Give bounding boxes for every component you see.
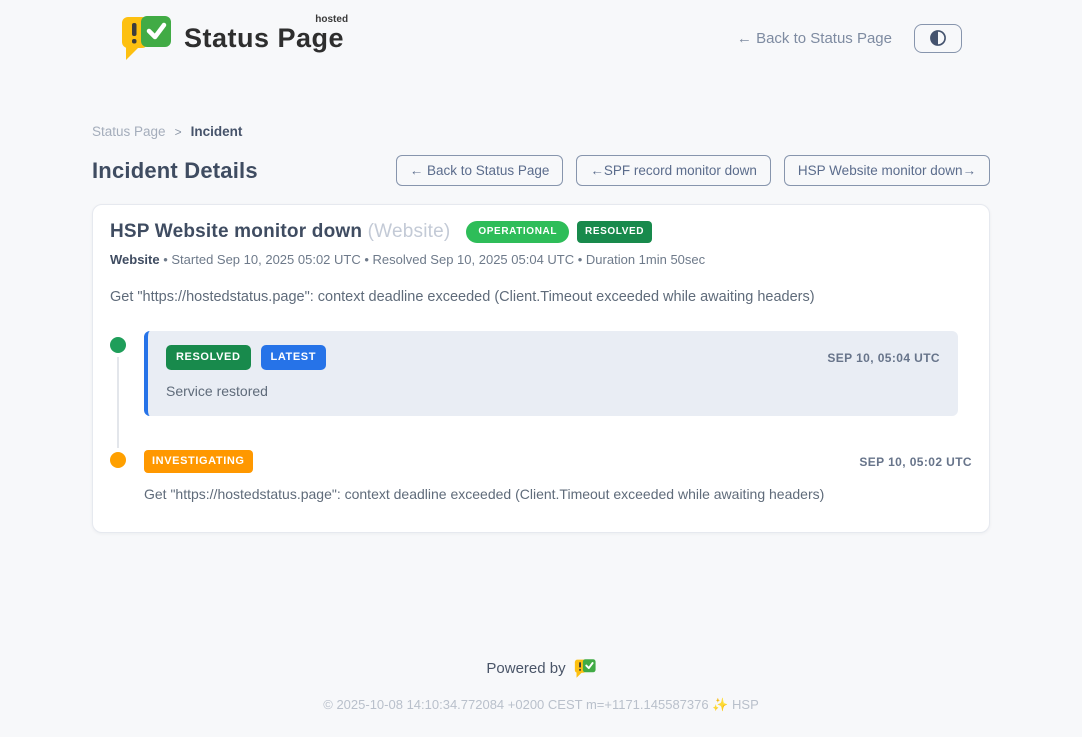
breadcrumb-status-page[interactable]: Status Page	[92, 124, 166, 139]
incident-meta: Website • Started Sep 10, 2025 05:02 UTC…	[110, 252, 972, 267]
back-to-status-page-button[interactable]: ← Back to Status Page	[396, 155, 564, 186]
breadcrumb-incident: Incident	[191, 124, 243, 139]
powered-by-label: Powered by	[486, 660, 565, 677]
operational-status-badge: OPERATIONAL	[466, 221, 569, 243]
brand-hosted-label: hosted	[315, 14, 348, 25]
incident-meta-component: Website	[110, 252, 160, 267]
copyright-text: © 2025-10-08 14:10:34.772084 +0200 CEST …	[0, 697, 1082, 713]
timeline-rail	[110, 446, 144, 502]
title-row: Incident Details ← Back to Status Page ←…	[92, 155, 990, 186]
incident-timeline: RESOLVED LATEST SEP 10, 05:04 UTC Servic…	[110, 331, 972, 502]
breadcrumb: Status Page > Incident	[92, 124, 990, 139]
timeline-timestamp-resolved: SEP 10, 05:04 UTC	[827, 351, 940, 365]
timeline-message-resolved: Service restored	[166, 383, 940, 399]
hsp-logo-icon	[574, 658, 596, 679]
header: Status Page hosted ← Back to Status Page	[0, 0, 1082, 62]
page-title: Incident Details	[92, 158, 258, 184]
incident-description: Get "https://hostedstatus.page": context…	[110, 289, 972, 305]
brand-name: Status Page hosted	[184, 23, 344, 54]
timeline-dot-orange	[110, 452, 126, 468]
main-content: Status Page > Incident Incident Details …	[92, 124, 990, 533]
theme-toggle-button[interactable]	[914, 24, 962, 53]
resolved-status-badge: RESOLVED	[577, 221, 652, 243]
timeline-entry-resolved: RESOLVED LATEST SEP 10, 05:04 UTC Servic…	[110, 331, 972, 416]
timeline-rail	[110, 331, 144, 416]
timeline-message-investigating: Get "https://hostedstatus.page": context…	[144, 486, 972, 502]
incident-component-label: (Website)	[368, 221, 451, 242]
previous-incident-button[interactable]: ←SPF record monitor down	[576, 155, 771, 186]
timeline-update-investigating: INVESTIGATING SEP 10, 05:02 UTC Get "htt…	[144, 446, 972, 502]
timeline-update-latest: RESOLVED LATEST SEP 10, 05:04 UTC Servic…	[144, 331, 958, 416]
powered-by: Powered by	[0, 658, 1082, 679]
next-incident-button[interactable]: HSP Website monitor down→	[784, 155, 990, 186]
theme-contrast-icon	[928, 28, 948, 48]
timeline-entry-investigating: INVESTIGATING SEP 10, 05:02 UTC Get "htt…	[110, 446, 972, 502]
incident-card: HSP Website monitor down (Website) OPERA…	[92, 204, 990, 533]
timeline-timestamp-investigating: SEP 10, 05:02 UTC	[859, 455, 972, 469]
timeline-dot-green	[110, 337, 126, 353]
brand-logo[interactable]: Status Page hosted	[120, 14, 344, 62]
breadcrumb-separator-icon: >	[175, 125, 182, 139]
timeline-latest-badge: LATEST	[261, 345, 327, 370]
incident-nav-buttons: ← Back to Status Page ←SPF record monito…	[396, 155, 990, 186]
timeline-resolved-badge: RESOLVED	[166, 345, 251, 370]
brand-logo-icon	[120, 14, 172, 62]
timeline-investigating-badge: INVESTIGATING	[144, 450, 253, 473]
incident-details-page: Status Page hosted ← Back to Status Page…	[0, 0, 1082, 737]
incident-title-row: HSP Website monitor down (Website) OPERA…	[110, 221, 972, 243]
footer: Powered by © 2025-10-08 14:10:34.772084 …	[0, 658, 1082, 737]
incident-meta-details: • Started Sep 10, 2025 05:02 UTC • Resol…	[160, 252, 706, 267]
incident-title: HSP Website monitor down (Website)	[110, 221, 450, 243]
header-back-link[interactable]: ← Back to Status Page	[737, 30, 892, 47]
